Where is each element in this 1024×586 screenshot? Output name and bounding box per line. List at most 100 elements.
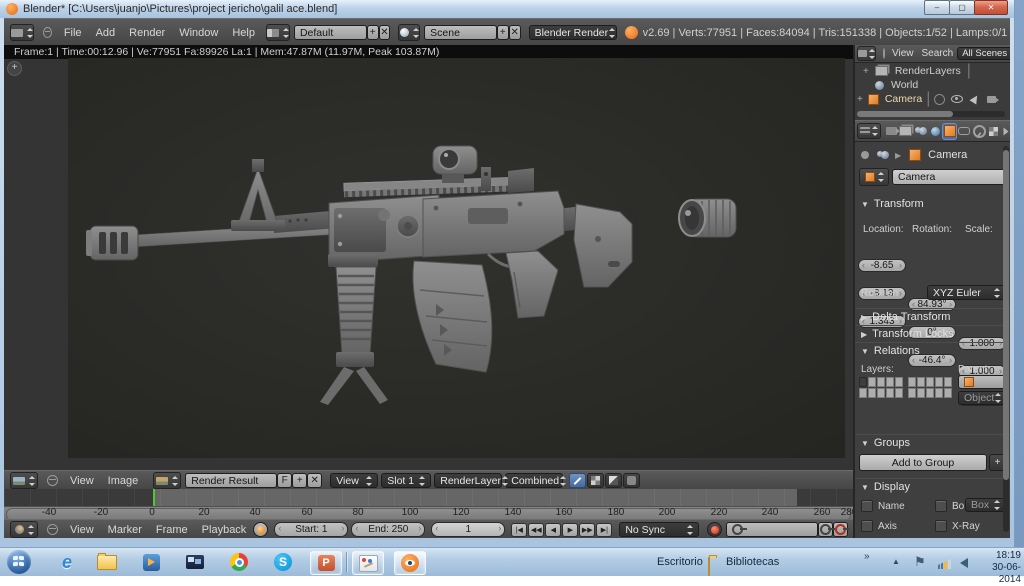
zbuffer-toggle-icon[interactable]	[623, 473, 640, 488]
window-titlebar[interactable]: Blender* [C:\Users\juanjo\Pictures\proje…	[0, 0, 1014, 18]
image-paint-toggle-icon[interactable]	[569, 473, 586, 488]
properties-vscrollbar[interactable]	[1003, 146, 1009, 532]
menu-marker[interactable]: Marker	[101, 524, 149, 536]
fake-user-button[interactable]: F	[277, 473, 292, 488]
display-bounds-option[interactable]: Bo	[935, 500, 964, 512]
tray-clock[interactable]: 18:19 30-06-2014	[975, 550, 1021, 586]
insert-keyframe-icon[interactable]	[818, 522, 833, 537]
restrict-render-icon[interactable]	[934, 94, 945, 105]
panel-display[interactable]: ▼ Display	[855, 478, 1010, 495]
alpha-channel-toggle-icon[interactable]	[587, 473, 604, 488]
collapse-menus-icon[interactable]	[43, 27, 52, 38]
display-name-option[interactable]: Name	[861, 500, 905, 512]
menu-view[interactable]: View	[63, 524, 101, 536]
play-icon[interactable]: ▶	[562, 523, 578, 537]
close-scene-button[interactable]: ✕	[509, 25, 521, 40]
taskbar-internet-explorer[interactable]: e	[52, 551, 82, 573]
scene-icon[interactable]	[398, 24, 420, 41]
current-frame-playhead[interactable]	[153, 489, 155, 506]
taskbar-media-player[interactable]	[136, 551, 166, 573]
jump-to-end-icon[interactable]: ▶|	[596, 523, 612, 537]
tab-modifiers[interactable]	[972, 123, 987, 140]
desktop-toolbar-label[interactable]: Escritorio	[657, 556, 703, 568]
panel-delta-transform[interactable]: ▶ Delta Transform	[855, 308, 1010, 325]
restrict-select-icon[interactable]	[970, 93, 981, 104]
expand-icon[interactable]: +	[857, 94, 863, 105]
add-layout-button[interactable]: +	[367, 25, 379, 40]
menu-view[interactable]: View	[888, 48, 918, 59]
taskbar-photo-viewer[interactable]	[180, 551, 210, 573]
maximize-button[interactable]: ▢	[949, 0, 975, 15]
tab-render[interactable]	[884, 123, 899, 140]
menu-add[interactable]: Add	[89, 27, 123, 39]
sync-mode-select[interactable]: No Sync	[619, 522, 699, 537]
screen-layout-icon[interactable]	[266, 24, 290, 41]
slot-select[interactable]: Slot 1	[381, 473, 431, 488]
timeline-track[interactable]	[4, 489, 853, 506]
taskbar-chrome[interactable]	[224, 551, 254, 573]
menu-render[interactable]: Render	[122, 27, 172, 39]
action-center-flag-icon[interactable]: ⚑	[914, 554, 926, 570]
rotation-mode-select[interactable]: XYZ Euler	[927, 285, 1006, 300]
tab-texture[interactable]	[986, 123, 1001, 140]
scene-field[interactable]: Scene	[424, 25, 497, 40]
collapse-menus-icon[interactable]	[47, 524, 58, 535]
outliner-item-label[interactable]: Camera	[885, 93, 922, 105]
minimize-button[interactable]: –	[924, 0, 950, 15]
bounds-type-select[interactable]: Box	[965, 498, 1006, 512]
libraries-toolbar-label[interactable]: Bibliotecas	[726, 556, 779, 568]
render-layer-select[interactable]: RenderLayer	[434, 473, 502, 488]
parent-field[interactable]	[958, 375, 1006, 389]
outliner-editor-icon[interactable]	[857, 46, 876, 61]
volume-icon[interactable]	[960, 558, 968, 568]
display-axis-option[interactable]: Axis	[861, 520, 897, 532]
image-browse-icon[interactable]	[153, 472, 181, 489]
outliner-hscrollbar[interactable]	[857, 111, 1005, 117]
panel-groups[interactable]: ▼ Groups	[855, 434, 1010, 451]
outliner-item-label[interactable]: World	[891, 79, 918, 91]
render-engine-select[interactable]: Blender Render	[529, 25, 617, 40]
checkbox[interactable]	[935, 500, 947, 512]
menu-file[interactable]: File	[57, 27, 89, 39]
preview-range-icon[interactable]	[253, 522, 268, 537]
current-frame-field[interactable]: 1	[431, 522, 505, 537]
outliner-filter-select[interactable]: All Scenes	[957, 47, 1010, 60]
taskbar-powerpoint[interactable]: P	[310, 551, 342, 575]
new-image-button[interactable]: +	[292, 473, 307, 488]
outliner-row-world[interactable]: World	[855, 78, 1010, 92]
menu-search[interactable]: Search	[918, 48, 958, 59]
add-to-group-button[interactable]: Add to Group	[859, 454, 987, 471]
layers-grid-right[interactable]	[908, 377, 952, 398]
parent-type-select[interactable]: Object	[958, 391, 1006, 405]
outliner-row-camera[interactable]: + Camera |	[855, 92, 1010, 106]
show-hidden-icons-button[interactable]: ▲	[892, 557, 900, 566]
toolbar-overflow-icon[interactable]: »	[864, 551, 870, 562]
keying-set-field[interactable]	[726, 522, 818, 537]
image-name-field[interactable]: Render Result	[185, 473, 277, 488]
next-keyframe-icon[interactable]: ▶▶	[579, 523, 595, 537]
jump-to-start-icon[interactable]: |◀	[511, 523, 527, 537]
screen-layout-field[interactable]: Default	[294, 25, 367, 40]
checkbox[interactable]	[861, 520, 873, 532]
menu-playback[interactable]: Playback	[195, 524, 254, 536]
render-pass-select[interactable]: Combined	[505, 473, 563, 488]
taskbar-explorer[interactable]	[92, 551, 122, 573]
tab-object[interactable]	[942, 123, 957, 140]
object-name-field[interactable]: Camera	[892, 169, 1006, 185]
menu-view[interactable]: View	[63, 475, 101, 487]
panel-transform-locks[interactable]: ▶ Transform Locks	[855, 325, 1010, 342]
panel-relations[interactable]: ▼ Relations	[855, 342, 1010, 359]
panel-transform[interactable]: ▼ Transform	[855, 196, 1010, 212]
layers-grid-left[interactable]	[859, 377, 903, 398]
pin-icon[interactable]	[861, 151, 869, 159]
timeline-ruler[interactable]: -40 -20 0 20 40 60 80 100 120 140 160 18…	[4, 506, 853, 520]
start-button[interactable]	[5, 550, 32, 574]
restrict-camera-icon[interactable]	[987, 96, 996, 103]
tab-constraints[interactable]	[957, 123, 972, 140]
location-x-field[interactable]: -8.65	[858, 259, 906, 272]
restrict-view-icon[interactable]	[951, 95, 963, 103]
add-scene-button[interactable]: +	[497, 25, 509, 40]
network-icon[interactable]	[938, 559, 951, 569]
info-editor-icon[interactable]	[10, 24, 34, 41]
menu-frame[interactable]: Frame	[149, 524, 195, 536]
